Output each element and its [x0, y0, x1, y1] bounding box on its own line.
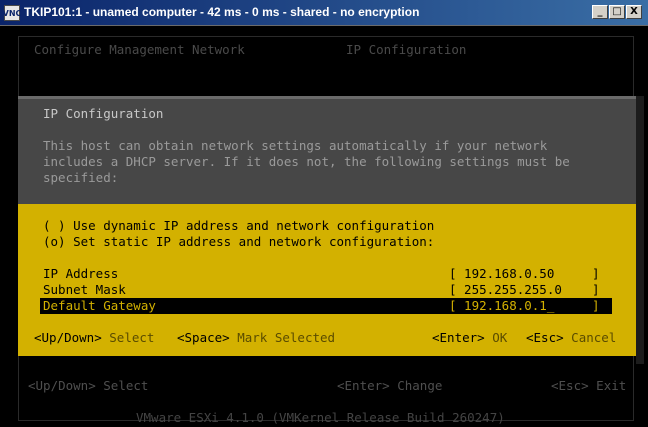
- bg-footer-select: <Up/Down> Select: [28, 378, 148, 394]
- remote-console-screen[interactable]: Configure Management Network IP Configur…: [0, 26, 648, 427]
- dialog-shadow: [636, 96, 644, 364]
- bg-header-left: Configure Management Network: [34, 42, 245, 57]
- bg-header-right: IP Configuration: [346, 42, 467, 57]
- build-info: VMware ESXi 4.1.0 (VMKernel Release Buil…: [136, 410, 505, 425]
- bg-footer-exit: <Esc> Exit: [551, 378, 626, 394]
- hint-key: <Up/Down>: [34, 330, 102, 345]
- subnet-mask-field[interactable]: [ 255.255.255.0 ]: [449, 282, 600, 298]
- window-titlebar[interactable]: VNC TKIP101:1 - unamed computer - 42 ms …: [0, 0, 648, 26]
- hint-text: OK: [492, 330, 508, 345]
- hint-ok: <Enter> OK: [432, 330, 507, 346]
- ip-address-field[interactable]: [ 192.168.0.50 ]: [449, 266, 600, 282]
- footer-text: Select: [103, 378, 149, 393]
- hint-mark-selected: <Space> Mark Selected: [177, 330, 335, 346]
- footer-text: Change: [397, 378, 443, 393]
- hint-text: Mark Selected: [237, 330, 336, 345]
- default-gateway-label: Default Gateway: [43, 298, 156, 313]
- hint-key: <Space>: [177, 330, 230, 345]
- hint-text: Cancel: [571, 330, 617, 345]
- dialog-title: IP Configuration: [43, 106, 164, 121]
- dialog-description-line: includes a DHCP server. If it does not, …: [43, 154, 570, 169]
- hint-key: <Esc>: [526, 330, 564, 345]
- default-gateway-field[interactable]: [ 192.168.0.1_ ]: [449, 298, 600, 314]
- default-gateway-row[interactable]: Default Gateway [ 192.168.0.1_ ]: [40, 298, 612, 314]
- minimize-button[interactable]: _: [592, 5, 608, 19]
- dialog-description-line: This host can obtain network settings au…: [43, 138, 548, 153]
- footer-key: <Enter>: [337, 378, 390, 393]
- hint-cancel: <Esc> Cancel: [526, 330, 616, 346]
- window-title: TKIP101:1 - unamed computer - 42 ms - 0 …: [24, 5, 420, 19]
- hint-text: Select: [109, 330, 155, 345]
- close-button[interactable]: X: [626, 5, 642, 19]
- dialog-description-line: specified:: [43, 170, 119, 185]
- footer-text: Exit: [596, 378, 627, 393]
- option-static-ip[interactable]: (o) Set static IP address and network co…: [43, 234, 434, 250]
- hint-select: <Up/Down> Select: [34, 330, 154, 346]
- bg-footer-change: <Enter> Change: [337, 378, 442, 394]
- subnet-mask-label: Subnet Mask: [43, 282, 126, 297]
- footer-key: <Esc>: [551, 378, 589, 393]
- ip-address-label: IP Address: [43, 266, 119, 281]
- maximize-button[interactable]: □: [609, 5, 625, 19]
- footer-key: <Up/Down>: [28, 378, 96, 393]
- hint-key: <Enter>: [432, 330, 485, 345]
- vnc-app-icon[interactable]: VNC: [3, 5, 21, 21]
- option-dynamic-ip[interactable]: ( ) Use dynamic IP address and network c…: [43, 218, 434, 234]
